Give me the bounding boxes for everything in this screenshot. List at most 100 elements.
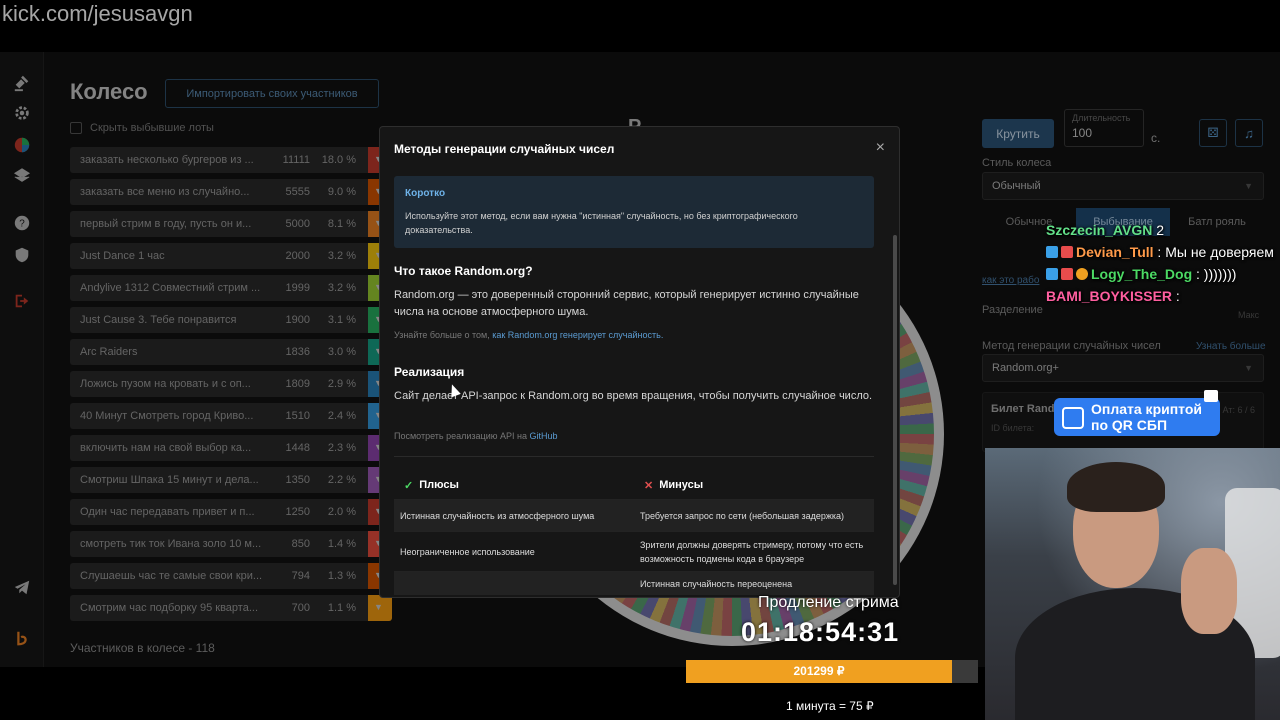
how-it-works-link[interactable]: как это рабо bbox=[982, 275, 1039, 286]
lot-row[interactable]: Ложись пузом на кровать и с оп... 1809 2.9… bbox=[70, 371, 392, 397]
duration-label: Длительность bbox=[1072, 113, 1131, 123]
pros-header: ✓ Плюсы bbox=[394, 471, 634, 499]
callout-text: Используйте этот метод, если вам нужна "… bbox=[405, 211, 798, 235]
hide-dropped-label: Скрыть выбывшие лоты bbox=[90, 122, 214, 134]
section-text-implementation: Сайт делает API-запрос к Random.org во в… bbox=[394, 390, 873, 402]
lot-amount: 794 bbox=[291, 570, 310, 582]
lot-row[interactable]: смотреть тик ток Ивана золо 10 м... 850 1.… bbox=[70, 531, 392, 557]
telegram-icon[interactable] bbox=[11, 576, 33, 598]
lot-percent: 2.9 % bbox=[327, 378, 356, 390]
lot-name: Just Dance 1 час bbox=[80, 250, 165, 262]
stream-extension-label: Продление стрима bbox=[758, 594, 899, 611]
lot-row[interactable]: Один час передавать привет и п... 1250 2.0… bbox=[70, 499, 392, 525]
pie-chart-icon[interactable] bbox=[11, 134, 33, 156]
pros-cons-rows: Истинная случайность из атмосферного шум… bbox=[394, 499, 874, 595]
lot-name: Andylive 1312 Совместний стрим ... bbox=[80, 282, 261, 294]
lot-percent: 1.3 % bbox=[327, 570, 356, 582]
lot-name: заказать несколько бургеров из ... bbox=[80, 154, 254, 166]
chevron-down-icon: ▼ bbox=[1244, 181, 1253, 191]
lot-percent: 2.2 % bbox=[327, 474, 356, 486]
lot-row[interactable]: Just Dance 1 час20003.2 %▼ bbox=[70, 243, 392, 269]
lot-row[interactable]: заказать все меню из случайно... 5555 9.0 … bbox=[70, 179, 392, 205]
wheel-style-select[interactable]: Обычный ▼ bbox=[982, 172, 1264, 200]
divider bbox=[394, 456, 874, 457]
lot-row[interactable]: Слушаешь час те самые свои кри... 794 1.3 … bbox=[70, 563, 392, 589]
lot-row[interactable]: Arc Raiders18363.0 %▼ bbox=[70, 339, 392, 365]
dice-icon[interactable]: ⚄ bbox=[1199, 119, 1227, 147]
rng-method-label: Метод генерации случайных чисел bbox=[982, 340, 1161, 352]
import-participants-button[interactable]: Импортировать своих участников bbox=[165, 79, 379, 108]
wheel-style-value: Обычный bbox=[992, 180, 1041, 192]
hide-dropped-toggle[interactable]: Скрыть выбывшие лоты bbox=[70, 122, 214, 134]
layers-icon[interactable] bbox=[11, 165, 33, 187]
duration-value[interactable]: 100 bbox=[1072, 126, 1092, 140]
banner-badge-icon bbox=[1204, 390, 1218, 402]
brand-logo-icon[interactable] bbox=[11, 627, 33, 649]
lot-amount: 1900 bbox=[285, 314, 310, 326]
close-icon[interactable]: × bbox=[876, 139, 885, 157]
lot-percent: 2.4 % bbox=[327, 410, 356, 422]
lot-name: 40 Минут Смотреть город Криво... bbox=[80, 410, 254, 422]
learn-more-link[interactable]: Узнать больше bbox=[1196, 341, 1266, 352]
randomorg-link[interactable]: как Random.org генерирует случайность. bbox=[492, 330, 663, 340]
webcam-person-hair bbox=[1067, 462, 1165, 512]
gear-icon[interactable] bbox=[11, 102, 33, 124]
split-max-label: Макс bbox=[1238, 310, 1260, 320]
help-icon[interactable]: ? bbox=[11, 212, 33, 234]
chat-message: Logy_The_Dog : ))))))) bbox=[1046, 263, 1276, 285]
rng-method-select[interactable]: Random.org+ ▼ bbox=[982, 354, 1264, 382]
lot-percent: 1.1 % bbox=[327, 602, 356, 614]
chat-message: Devian_Tull : Мы не доверяем bbox=[1046, 241, 1276, 263]
github-line: Посмотреть реализацию API на GitHub bbox=[394, 431, 557, 441]
lot-amount: 1448 bbox=[285, 442, 310, 454]
lot-row[interactable]: Andylive 1312 Совместний стрим ... 1999 3.… bbox=[70, 275, 392, 301]
lot-row[interactable]: Смотриш Шпака 15 минут и дела... 1350 2.2 … bbox=[70, 467, 392, 493]
lot-list: заказать несколько бургеров из ... 11111 1… bbox=[70, 147, 392, 627]
music-icon[interactable]: ♫ bbox=[1235, 119, 1263, 147]
lot-row[interactable]: Just Cause 3. Тебе понравится19003.1 %▼ bbox=[70, 307, 392, 333]
chat-nick: Devian_Tull bbox=[1076, 244, 1154, 260]
lot-amount: 5555 bbox=[285, 186, 310, 198]
participants-count: Участников в колесе - 118 bbox=[70, 641, 215, 655]
logout-icon[interactable] bbox=[11, 290, 33, 312]
lot-percent: 8.1 % bbox=[327, 218, 356, 230]
pros-cons-row: Истинная случайность из атмосферного шум… bbox=[394, 499, 874, 531]
lot-row[interactable]: первый стрим в году, пусть он и... 5000 8.… bbox=[70, 211, 392, 237]
lot-name: Один час передавать привет и п... bbox=[80, 506, 255, 518]
lot-row[interactable]: 40 Минут Смотреть город Криво... 1510 2.4 … bbox=[70, 403, 392, 429]
lot-row[interactable]: Смотрим час подборку 95 кварта... 700 1.1 … bbox=[70, 595, 392, 621]
hide-dropped-checkbox[interactable] bbox=[70, 122, 82, 134]
shield-icon[interactable] bbox=[11, 244, 33, 266]
chat-overlay: Szczecin_AVGN 2 Devian_Tull : Мы не дове… bbox=[1046, 219, 1276, 307]
lot-action-icon[interactable]: ▼ bbox=[374, 602, 383, 612]
chat-nick: Szczecin_AVGN bbox=[1046, 222, 1153, 238]
section-heading-randomorg: Что такое Random.org? bbox=[394, 264, 533, 278]
modal-scrollbar[interactable] bbox=[893, 235, 897, 585]
lot-row[interactable]: заказать несколько бургеров из ... 11111 1… bbox=[70, 147, 392, 173]
check-icon: ✓ bbox=[404, 479, 414, 492]
lot-amount: 1836 bbox=[285, 346, 310, 358]
pay-banner-line-1: Оплата криптой bbox=[1091, 401, 1203, 417]
lot-row[interactable]: включить нам на свой выбор ка... 1448 2.3 … bbox=[70, 435, 392, 461]
cross-icon: ✕ bbox=[644, 479, 654, 492]
lot-name: Arc Raiders bbox=[80, 346, 138, 358]
stream-timer: 01:18:54:31 bbox=[741, 617, 900, 647]
lot-percent: 18.0 % bbox=[321, 154, 356, 166]
cons-header: ✕ Минусы bbox=[634, 471, 874, 499]
webcam-person-hand bbox=[1181, 548, 1237, 634]
chat-text: : ))))))) bbox=[1192, 266, 1237, 282]
lot-name: смотреть тик ток Ивана золо 10 м... bbox=[80, 538, 262, 550]
chat-message: BAMI_BOYKISSER : bbox=[1046, 285, 1276, 307]
con-cell: Зрители должны доверять стримеру, потому… bbox=[640, 539, 864, 564]
github-link[interactable]: GitHub bbox=[529, 431, 557, 441]
lot-amount: 5000 bbox=[285, 218, 310, 230]
spin-button[interactable]: Крутить bbox=[982, 119, 1054, 148]
pay-banner-text: Оплата криптой по QR СБП bbox=[1091, 401, 1202, 433]
cons-header-label: Минусы bbox=[659, 479, 704, 491]
pro-cell: Истинная случайность из атмосферного шум… bbox=[400, 510, 595, 521]
lot-amount: 1350 bbox=[285, 474, 310, 486]
gavel-icon[interactable] bbox=[11, 72, 33, 94]
stream-frame: { "browser": { "url": "kick.com/jesusavg… bbox=[0, 0, 1280, 720]
duration-field[interactable]: Длительность 100 bbox=[1064, 109, 1144, 147]
con-cell: Требуется запрос по сети (небольшая заде… bbox=[640, 510, 845, 521]
